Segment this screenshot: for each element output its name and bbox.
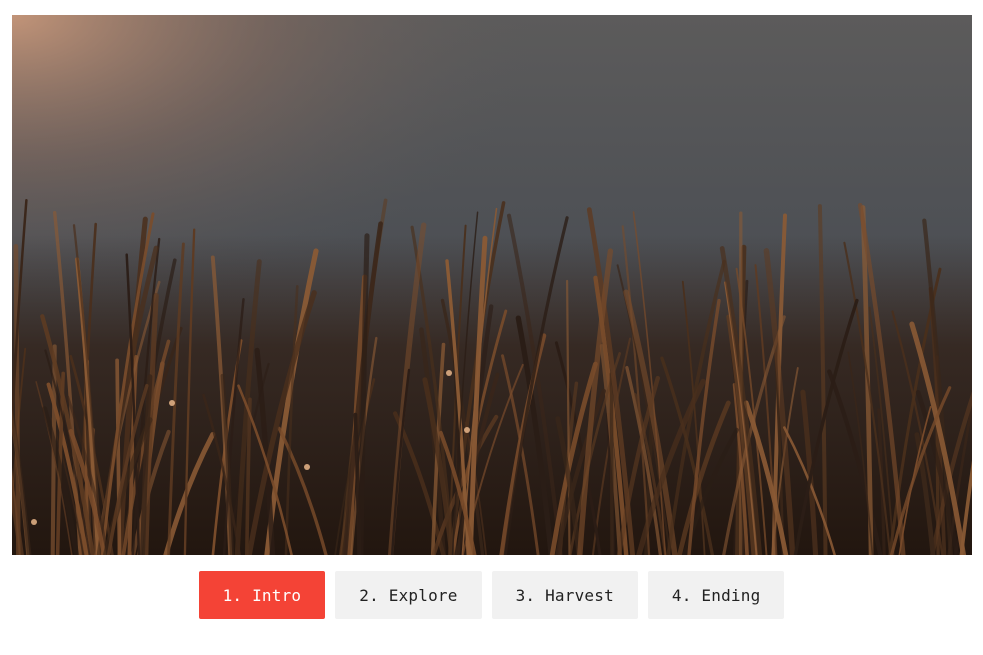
video-player[interactable] [12, 15, 972, 555]
chapter-button-harvest[interactable]: 3. Harvest [491, 571, 638, 619]
chapter-button-intro[interactable]: 1. Intro [198, 571, 326, 619]
chapter-button-explore[interactable]: 2. Explore [335, 571, 482, 619]
video-frame-image [12, 15, 972, 555]
chapter-navigation: 1. Intro 2. Explore 3. Harvest 4. Ending [0, 571, 983, 619]
chapter-button-ending[interactable]: 4. Ending [647, 571, 785, 619]
